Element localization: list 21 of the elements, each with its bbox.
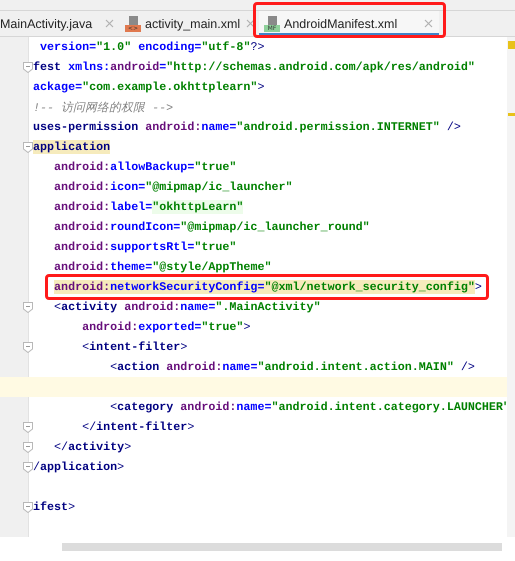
- code-line: !-- 访问网络的权限 -->: [32, 100, 174, 116]
- code-line: version="1.0" encoding="utf-8"?>: [39, 39, 266, 56]
- code-line: fest xmlns:android="http://schemas.android.com/apk/res/android": [32, 59, 476, 76]
- editor-tab[interactable]: MainActivity.java: [0, 11, 120, 36]
- code-line: </activity>: [53, 439, 132, 456]
- code-line: /application>: [32, 459, 126, 476]
- code-line: android:label="okhttpLearn": [53, 199, 244, 216]
- code-line: ackage="com.example.okhttplearn">: [32, 79, 266, 96]
- code-line: android:icon="@mipmap/ic_launcher": [53, 179, 294, 196]
- code-line: uses-permission android:name="android.permission.INTERNET" />: [32, 119, 462, 136]
- code-line: </intent-filter>: [81, 419, 196, 436]
- code-line: <action android:name="android.intent.action.MAIN" />: [109, 359, 476, 376]
- code-line: <intent-filter>: [81, 339, 188, 356]
- code-line: <activity android:name=".MainActivity": [53, 299, 322, 316]
- code-line: <category android:name="android.intent.category.LAUNCHER": [109, 399, 507, 416]
- code-line: android:exported="true">: [81, 319, 252, 336]
- code-line: android:roundIcon="@mipmap/ic_launcher_round": [53, 219, 371, 236]
- code-line: ifest>: [32, 499, 76, 516]
- code-line: android:theme="@style/AppTheme": [53, 259, 272, 276]
- code-line: android:supportsRtl="true": [53, 239, 238, 256]
- code-line: android:allowBackup="true": [53, 159, 238, 176]
